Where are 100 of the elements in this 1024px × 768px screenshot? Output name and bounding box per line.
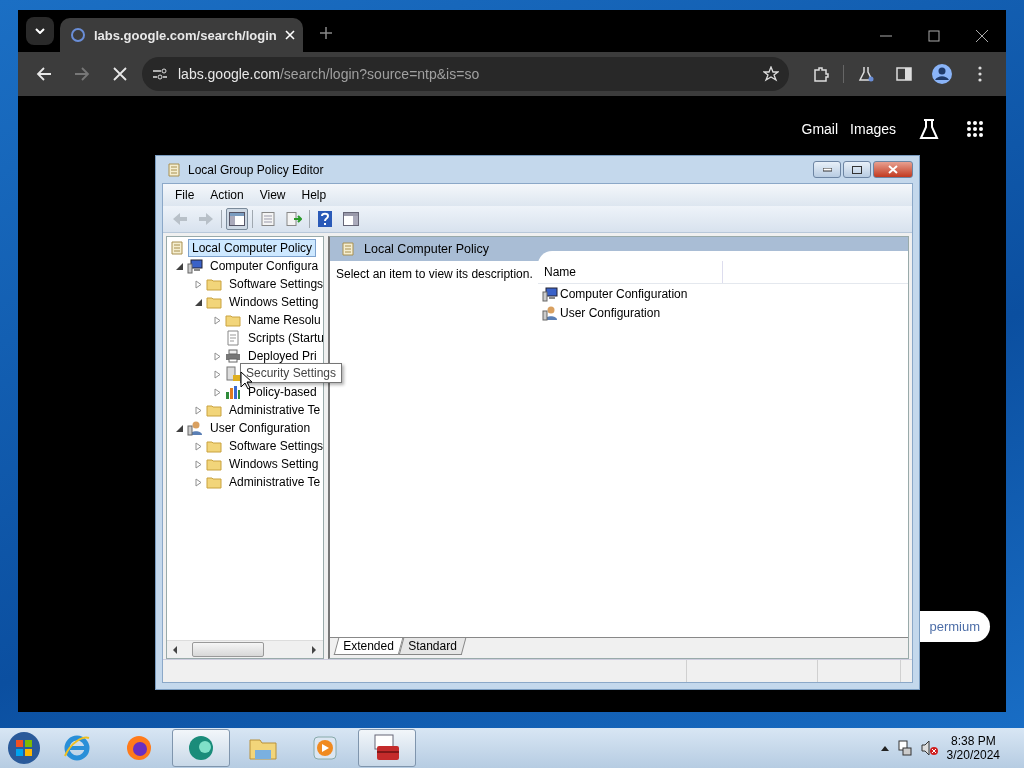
horizontal-scrollbar[interactable] xyxy=(167,640,323,658)
expand-arrow-icon[interactable] xyxy=(194,279,203,289)
maximize-icon[interactable] xyxy=(928,30,940,42)
header-link[interactable]: Images xyxy=(850,121,896,137)
restore-icon xyxy=(852,165,862,174)
folder-icon xyxy=(206,276,222,292)
tab-search-button[interactable] xyxy=(26,17,54,45)
user-icon xyxy=(187,420,203,436)
collapse-arrow-icon[interactable] xyxy=(175,423,184,433)
url-text: labs.google.com/search/login?source=ntp&is=so xyxy=(178,66,480,82)
folder-icon xyxy=(206,456,222,472)
tree-item[interactable]: User Configuration xyxy=(206,419,315,437)
menu-item[interactable]: Action xyxy=(202,188,252,202)
list-item[interactable]: User Configuration xyxy=(560,305,661,320)
console-tree-button[interactable] xyxy=(226,208,248,230)
close-icon xyxy=(888,165,898,174)
expand-arrow-icon[interactable] xyxy=(194,477,203,487)
script-icon xyxy=(225,330,241,346)
close-icon[interactable] xyxy=(976,30,988,42)
tree-item[interactable]: Computer Configura xyxy=(206,257,323,275)
export-icon xyxy=(286,212,302,226)
document-icon xyxy=(260,212,276,226)
network-icon[interactable] xyxy=(896,740,913,756)
tooltip: Security Settings xyxy=(240,363,343,383)
collapse-arrow-icon[interactable] xyxy=(194,297,203,307)
star-icon[interactable] xyxy=(763,66,779,82)
loading-icon xyxy=(70,27,86,43)
collapse-arrow-icon[interactable] xyxy=(175,261,184,271)
muted-speaker-icon[interactable] xyxy=(920,740,939,756)
more-icon xyxy=(978,66,982,82)
browser-tab[interactable]: labs.google.com/search/login xyxy=(60,18,303,52)
back-arrow-icon xyxy=(36,66,52,82)
tree-item[interactable]: Deployed Pri xyxy=(244,347,321,365)
expand-arrow-icon[interactable] xyxy=(213,369,222,379)
list-item[interactable]: Computer Configuration xyxy=(560,286,688,301)
expand-arrow-icon[interactable] xyxy=(213,315,222,325)
close-icon xyxy=(113,67,127,81)
document-icon xyxy=(169,240,185,256)
avatar-icon xyxy=(931,63,953,85)
menu-item[interactable]: File xyxy=(167,188,203,202)
taskbar-app[interactable] xyxy=(358,729,416,767)
view-tab[interactable]: Standard xyxy=(398,638,466,655)
scroll-right-icon[interactable] xyxy=(311,645,317,654)
tree-item[interactable]: Scripts (Startu xyxy=(244,329,323,347)
side-panel-icon xyxy=(896,66,912,82)
tree-item[interactable]: Administrative Te xyxy=(225,473,323,491)
window-title: Local Group Policy Editor xyxy=(188,162,324,177)
computer-icon xyxy=(542,285,558,302)
apps-grid-icon[interactable] xyxy=(966,120,984,138)
header-link[interactable]: Gmail xyxy=(801,121,839,137)
tree-item[interactable]: Windows Setting xyxy=(225,293,323,311)
computer-icon xyxy=(187,258,203,274)
folder-icon xyxy=(206,402,222,418)
address-bar[interactable]: labs.google.com/search/login?source=ntp&is=so xyxy=(142,57,789,91)
expand-arrow-icon[interactable] xyxy=(213,387,222,397)
forward-arrow-icon xyxy=(198,212,214,226)
expand-arrow-icon[interactable] xyxy=(194,441,203,451)
column-header[interactable]: Name xyxy=(538,261,723,283)
view-tab[interactable]: Extended xyxy=(333,638,403,655)
forward-arrow-icon xyxy=(74,66,90,82)
expand-arrow-icon[interactable] xyxy=(194,459,203,469)
tree-item[interactable]: Policy-based xyxy=(244,383,321,401)
flask-icon[interactable] xyxy=(918,118,940,140)
document-icon xyxy=(166,161,182,178)
expand-arrow-icon[interactable] xyxy=(213,351,222,361)
user-icon xyxy=(542,304,558,321)
tree-item[interactable]: Name Resolu xyxy=(244,311,323,329)
taskbar-app[interactable] xyxy=(172,729,230,767)
scroll-left-icon[interactable] xyxy=(172,645,178,654)
tree-item[interactable]: Software Settings xyxy=(225,275,323,293)
minimize-icon xyxy=(822,167,832,172)
tree-item[interactable]: Windows Setting xyxy=(225,455,323,473)
window-pane-icon xyxy=(229,212,245,226)
tree-item[interactable]: Software Settings xyxy=(225,437,323,455)
description-text: Select an item to view its description. xyxy=(336,267,533,281)
bar-chart-icon xyxy=(225,384,241,400)
menu-item[interactable]: Help xyxy=(293,188,335,202)
menu-item[interactable]: View xyxy=(251,188,294,202)
caret-icon xyxy=(35,28,45,34)
premium-button[interactable]: permium xyxy=(920,611,990,642)
back-arrow-icon xyxy=(172,212,188,226)
folder-icon xyxy=(206,474,222,490)
clock[interactable]: 8:38 PM 3/20/2024 xyxy=(946,734,1000,762)
folder-icon xyxy=(206,294,222,310)
show-hidden-icons-icon[interactable] xyxy=(880,745,889,751)
tree-item[interactable]: Administrative Te xyxy=(225,401,323,419)
printer-icon xyxy=(225,348,241,364)
puzzle-icon xyxy=(813,66,829,82)
help-icon xyxy=(318,211,332,227)
flask-icon xyxy=(858,66,874,82)
folder-icon xyxy=(225,312,241,328)
new-tab-icon[interactable] xyxy=(318,26,333,40)
expand-arrow-icon[interactable] xyxy=(194,405,203,415)
window-pane-icon xyxy=(343,212,359,226)
site-settings-icon[interactable] xyxy=(152,67,168,81)
restore-button[interactable] xyxy=(843,161,871,178)
pane-title: Local Computer Policy xyxy=(364,242,490,256)
tree-item[interactable]: Local Computer Policy xyxy=(188,239,317,257)
close-button[interactable] xyxy=(873,161,913,178)
document-icon xyxy=(340,241,356,257)
